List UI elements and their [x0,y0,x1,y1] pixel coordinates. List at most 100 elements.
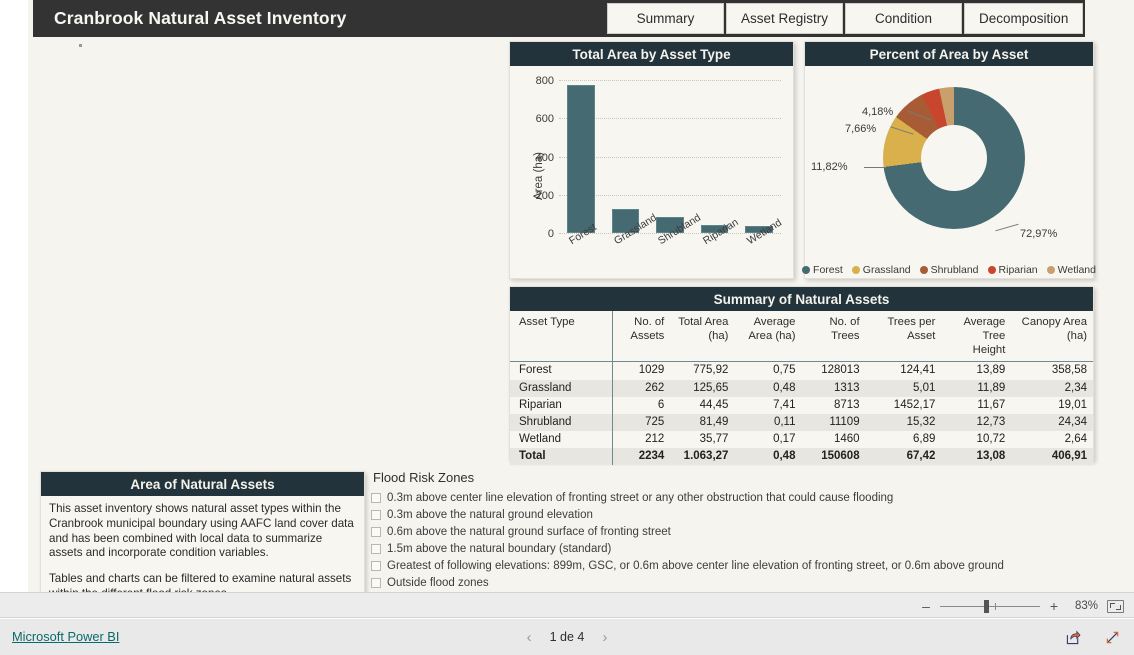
flood-risk-option[interactable]: 0.3m above the natural ground elevation [371,506,1091,523]
summary-table-card: Summary of Natural Assets Asset Type No. … [509,286,1094,466]
bar-chart-y-tick: 800 [535,75,554,87]
fit-page-icon[interactable] [1107,599,1124,613]
flood-risk-option[interactable]: 0.6m above the natural ground surface of… [371,523,1091,540]
tab-summary[interactable]: Summary [607,3,724,34]
donut-leader-forest [995,223,1019,232]
table-cell: 81,49 [699,415,729,428]
zoom-out-button[interactable]: – [921,598,931,614]
table-cell: 12,73 [976,415,1006,428]
legend-label-shrubland: Shrubland [930,264,979,276]
flood-risk-option[interactable]: 0.3m above center line elevation of fron… [371,489,1091,506]
donut-label-forest: 72,97% [1020,228,1058,240]
legend-item-wetland[interactable]: Wetland [1046,264,1096,276]
summary-table-header-row: Asset Type No. of Assets Total Area (ha) Av… [510,311,1093,362]
next-page-icon[interactable]: › [602,630,607,645]
legend-swatch-riparian [987,266,996,274]
flood-risk-option[interactable]: 1.5m above the natural boundary (standar… [371,540,1091,557]
legend-swatch-grassland [851,266,860,274]
status-bar: – + 83% [0,592,1134,618]
table-row[interactable]: Shrubland 725 81,49 0,11 11109 15,32 12,73 24,3… [510,413,1093,432]
table-cell: 0,17 [773,433,796,446]
table-cell: Riparian [510,396,613,414]
legend-item-forest[interactable]: Forest [802,264,843,276]
table-cell: 13,89 [976,364,1006,377]
bar-chart-y-tick: 0 [547,228,554,240]
table-cell: 24,34 [1058,415,1087,428]
flood-risk-slicer: Flood Risk Zones 0.3m above center line … [371,470,1091,592]
column-header[interactable]: Trees per Asset [866,311,942,362]
checkbox-icon[interactable] [371,543,381,554]
page-title: Cranbrook Natural Asset Inventory [54,8,347,28]
table-total-cell: 1.063,27 [683,450,729,463]
table-cell: 5,01 [912,381,936,394]
legend-swatch-shrubland [919,266,928,274]
column-header[interactable]: No. of Trees [801,311,865,362]
table-cell: 11,67 [977,398,1006,411]
table-cell: 0,75 [773,364,796,377]
table-cell: 2,34 [1064,381,1087,394]
legend-swatch-forest [802,266,811,274]
table-cell: Shrubland [510,413,613,432]
bar-chart-title: Total Area by Asset Type [510,42,793,66]
table-cell: 1313 [834,381,860,394]
legend-item-grassland[interactable]: Grassland [851,264,911,276]
legend-item-riparian[interactable]: Riparian [987,264,1038,276]
table-row[interactable]: Riparian 6 44,45 7,41 8713 1452,17 11,67 19,01 [510,396,1093,414]
table-cell: 1029 [638,364,665,377]
zoom-slider-thumb[interactable] [984,599,989,613]
column-header[interactable]: Asset Type [510,311,613,362]
zoom-slider[interactable] [940,599,1040,613]
bar-chart-bar[interactable] [567,84,595,233]
table-total-cell: 67,42 [906,450,936,463]
tab-decomposition[interactable]: Decomposition [964,3,1084,34]
column-header[interactable]: Average Tree Height [941,311,1011,362]
bar-chart-gridline: 800 [536,75,781,87]
donut-legend: Forest Grassland Shrubland Riparian Wetl… [802,264,1096,276]
table-cell: 124,41 [900,364,936,377]
column-header[interactable]: Average Area (ha) [734,311,801,362]
table-row[interactable]: Grassland 262 125,65 0,48 1313 5,01 11,89 2,34 [510,379,1093,397]
legend-item-shrubland[interactable]: Shrubland [919,264,979,276]
report-header: Cranbrook Natural Asset Inventory Summar… [33,0,1085,37]
canvas-marker-dot [79,44,82,47]
checkbox-icon[interactable] [371,526,381,537]
checkbox-icon[interactable] [371,509,381,520]
fullscreen-icon[interactable] [1105,630,1120,645]
column-header[interactable]: No. of Assets [612,311,670,362]
table-cell: Grassland [510,379,613,397]
summary-table-title: Summary of Natural Assets [510,287,1093,311]
column-header[interactable]: Canopy Area (ha) [1011,311,1093,362]
flood-risk-option[interactable]: Outside flood zones [371,574,1091,591]
column-header[interactable]: Total Area (ha) [670,311,734,362]
table-cell: 7,41 [773,398,796,411]
checkbox-icon[interactable] [371,492,381,503]
table-total-cell: 406,91 [1051,450,1087,463]
tab-asset-registry[interactable]: Asset Registry [726,3,844,34]
nav-tab-bar: Summary Asset Registry Condition Decompo… [607,3,1084,34]
description-paragraph-1: This asset inventory shows natural asset… [49,502,354,560]
checkbox-icon[interactable] [371,560,381,571]
summary-table-head: Asset Type No. of Assets Total Area (ha) Av… [510,311,1093,362]
summary-table: Asset Type No. of Assets Total Area (ha) Av… [510,311,1093,466]
table-cell: Forest [510,361,613,380]
donut-ring[interactable] [883,87,1025,229]
description-card: Area of Natural Assets This asset invent… [40,471,365,600]
tab-condition[interactable]: Condition [845,3,963,34]
table-cell: 0,48 [773,381,796,394]
legend-label-wetland: Wetland [1057,264,1096,276]
page-indicator: 1 de 4 [549,630,585,644]
donut-label-shrubland: 7,66% [845,123,877,135]
table-row[interactable]: Wetland 212 35,77 0,17 1460 6,89 10,72 2,64 [510,431,1093,449]
description-body: This asset inventory shows natural asset… [41,496,364,606]
bar-chart-card: Total Area by Asset Type Area (ha) 0 200 4… [509,41,794,279]
table-row[interactable]: Forest 1029 775,92 0,75 128013 124,41 13,89 358… [510,361,1093,380]
report-canvas: Cranbrook Natural Asset Inventory Summar… [28,0,1134,600]
table-cell: 1452,17 [893,398,936,411]
zoom-in-button[interactable]: + [1049,598,1059,614]
previous-page-icon[interactable]: ‹ [527,630,532,645]
flood-risk-option[interactable]: Greatest of following elevations: 899m, … [371,557,1091,574]
share-icon[interactable] [1066,630,1081,645]
checkbox-icon[interactable] [371,577,381,588]
table-cell: 128013 [821,364,860,377]
table-cell: 11109 [829,415,860,428]
